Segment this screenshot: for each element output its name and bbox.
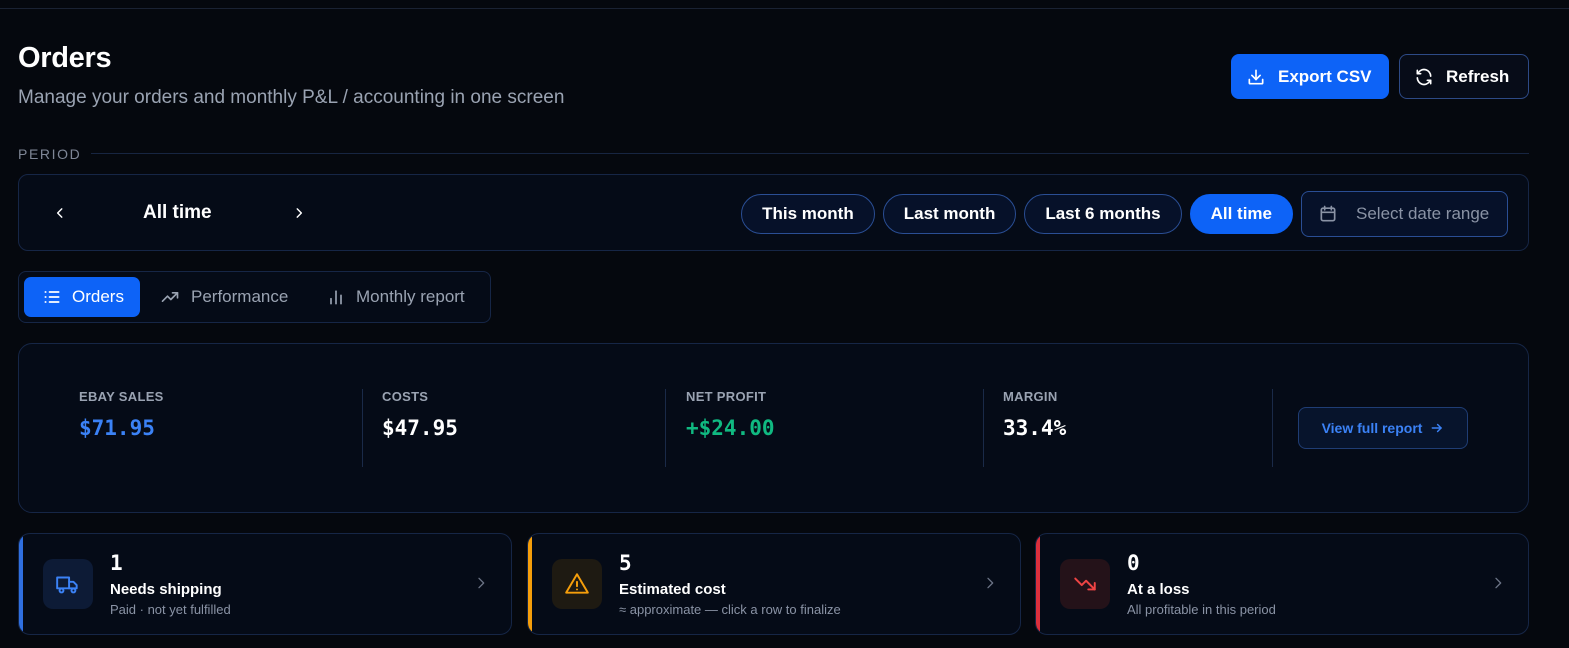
refresh-icon xyxy=(1416,68,1432,85)
top-divider xyxy=(0,8,1569,9)
card-subtitle: ≈ approximate — click a row to finalize xyxy=(619,602,841,617)
date-range-placeholder: Select date range xyxy=(1356,204,1490,223)
card-subtitle: All profitable in this period xyxy=(1127,602,1276,617)
chevron-right-icon xyxy=(1495,577,1502,589)
chevron-left-icon xyxy=(56,208,63,218)
card-accent-bar xyxy=(1036,534,1040,634)
page-header: Orders Manage your orders and monthly P&… xyxy=(18,42,564,109)
summary-panel: EBAY SALES $71.95 COSTS $47.95 NET PROFI… xyxy=(18,343,1529,513)
stat-label: NET PROFIT xyxy=(686,389,767,404)
current-period-label: All time xyxy=(143,202,212,223)
card-title: Needs shipping xyxy=(110,581,222,598)
stat-value: +$24.00 xyxy=(686,416,775,440)
refresh-label: Refresh xyxy=(1446,66,1510,86)
chip-last-6-months[interactable]: Last 6 months xyxy=(1024,194,1182,234)
export-csv-label: Export CSV xyxy=(1278,66,1372,86)
next-period-button[interactable] xyxy=(286,200,312,226)
card-count: 5 xyxy=(619,551,632,575)
card-count: 0 xyxy=(1127,551,1140,575)
stat-label: MARGIN xyxy=(1003,389,1058,404)
card-accent-bar xyxy=(19,534,23,634)
period-divider xyxy=(91,153,1529,154)
page-subtitle: Manage your orders and monthly P&L / acc… xyxy=(18,87,565,108)
card-accent-bar xyxy=(528,534,532,634)
date-range-picker[interactable]: Select date range xyxy=(1301,191,1508,237)
stat-divider xyxy=(362,389,363,467)
truck-icon xyxy=(43,559,93,609)
card-title: Estimated cost xyxy=(619,581,726,598)
tab-orders[interactable]: Orders xyxy=(24,277,140,317)
stat-divider xyxy=(665,389,666,467)
stat-value: $71.95 xyxy=(79,416,155,440)
stat-value: 33.4% xyxy=(1003,416,1067,440)
card-estimated-cost[interactable]: 5 Estimated cost ≈ approximate — click a… xyxy=(527,533,1021,635)
view-tabs: Orders Performance Monthly report xyxy=(18,271,491,323)
arrow-right-icon xyxy=(1432,423,1443,433)
calendar-icon xyxy=(1320,205,1336,222)
stat-costs: COSTS $47.95 xyxy=(382,389,458,440)
period-chips: This month Last month Last 6 months All … xyxy=(741,191,1508,237)
chip-last-month[interactable]: Last month xyxy=(882,194,1017,234)
chevron-right-icon xyxy=(987,577,994,589)
bar-chart-icon xyxy=(330,290,342,305)
trending-up-icon xyxy=(161,292,179,302)
period-section-label: PERIOD xyxy=(18,146,82,162)
chip-all-time[interactable]: All time xyxy=(1189,194,1293,234)
page-title: Orders xyxy=(18,42,112,74)
tab-monthly-report-label: Monthly report xyxy=(356,287,465,306)
period-selector: All time This month Last month Last 6 mo… xyxy=(18,174,1529,251)
refresh-button[interactable]: Refresh xyxy=(1399,54,1529,99)
warning-icon xyxy=(552,559,602,609)
stat-divider xyxy=(983,389,984,467)
card-subtitle: Paid · not yet fulfilled xyxy=(110,602,231,617)
chip-this-month[interactable]: This month xyxy=(741,194,875,234)
stat-net-profit: NET PROFIT +$24.00 xyxy=(686,389,775,440)
card-count: 1 xyxy=(110,551,123,575)
stat-label: COSTS xyxy=(382,389,429,404)
previous-period-button[interactable] xyxy=(47,200,73,226)
chevron-right-icon xyxy=(478,577,485,589)
tab-performance-label: Performance xyxy=(191,287,289,306)
tab-performance[interactable]: Performance xyxy=(159,277,288,317)
card-needs-shipping[interactable]: 1 Needs shipping Paid · not yet fulfille… xyxy=(18,533,512,635)
download-icon xyxy=(1248,69,1264,84)
view-full-report-label: View full report xyxy=(1321,420,1423,436)
tab-orders-label: Orders xyxy=(72,287,124,306)
stat-margin: MARGIN 33.4% xyxy=(1003,389,1066,440)
stat-ebay-sales: EBAY SALES $71.95 xyxy=(79,389,164,440)
stat-label: EBAY SALES xyxy=(79,389,164,404)
header-actions: Export CSV Refresh xyxy=(1231,54,1529,99)
list-icon xyxy=(44,291,60,303)
stat-divider xyxy=(1272,389,1273,467)
stat-value: $47.95 xyxy=(382,416,458,440)
tab-monthly-report[interactable]: Monthly report xyxy=(326,277,465,317)
view-full-report-button[interactable]: View full report xyxy=(1298,407,1468,449)
export-csv-button[interactable]: Export CSV xyxy=(1231,54,1389,99)
trending-down-icon xyxy=(1060,559,1110,609)
card-at-a-loss[interactable]: 0 At a loss All profitable in this perio… xyxy=(1035,533,1529,635)
card-title: At a loss xyxy=(1127,581,1190,598)
chevron-right-icon xyxy=(296,208,303,218)
